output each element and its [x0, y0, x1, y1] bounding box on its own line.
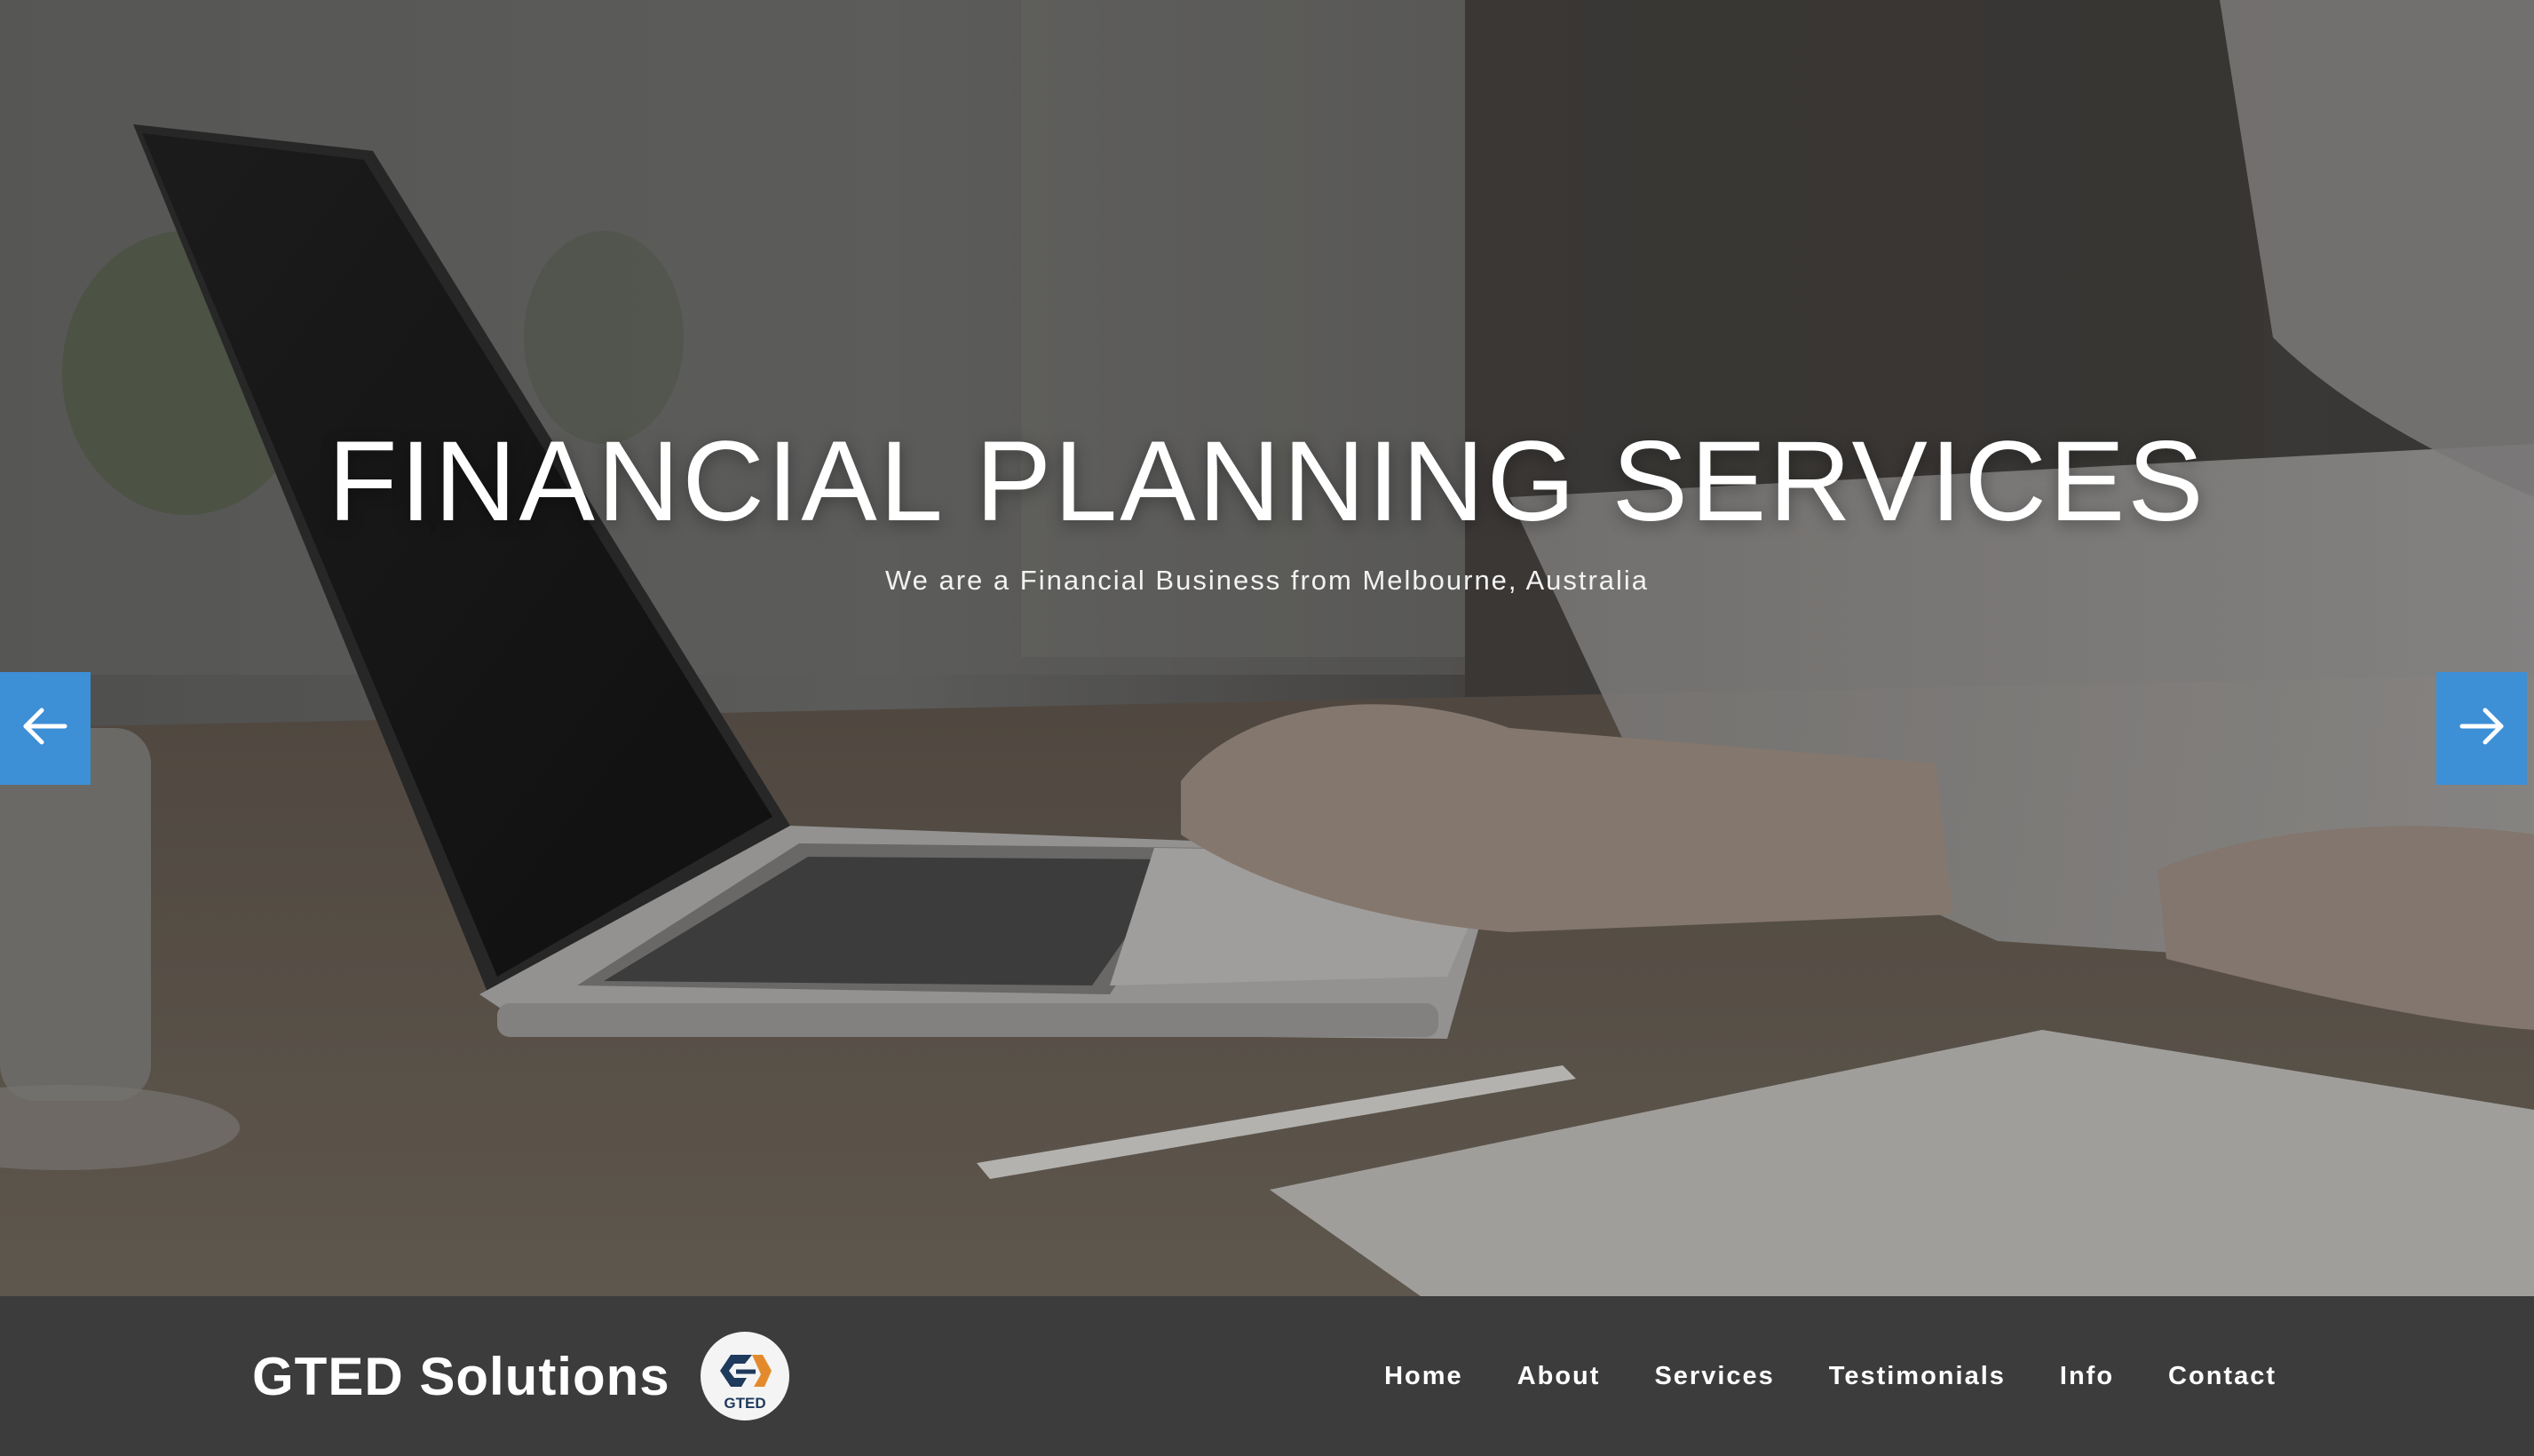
arrow-right-icon: [2455, 700, 2508, 757]
navbar: GTED Solutions GTED Home About Services …: [0, 1296, 2534, 1456]
hero-slider: FINANCIAL PLANNING SERVICES We are a Fin…: [0, 0, 2534, 1296]
slider-next-button[interactable]: [2436, 672, 2527, 785]
brand[interactable]: GTED Solutions GTED: [252, 1296, 789, 1456]
logo-text: GTED: [724, 1395, 765, 1412]
hero-title: FINANCIAL PLANNING SERVICES: [328, 418, 2206, 545]
nav-item-info[interactable]: Info: [2060, 1362, 2114, 1391]
nav-item-home[interactable]: Home: [1384, 1362, 1463, 1391]
hero-subtitle: We are a Financial Business from Melbour…: [884, 565, 1650, 596]
brand-logo-icon[interactable]: GTED: [700, 1332, 789, 1420]
nav-item-contact[interactable]: Contact: [2168, 1362, 2277, 1391]
nav-item-services[interactable]: Services: [1654, 1362, 1774, 1391]
main-nav: Home About Services Testimonials Info Co…: [1384, 1296, 2277, 1456]
slider-prev-button[interactable]: [0, 672, 91, 785]
nav-item-about[interactable]: About: [1517, 1362, 1601, 1391]
nav-item-testimonials[interactable]: Testimonials: [1829, 1362, 2006, 1391]
hero-overlay: [0, 0, 2534, 1296]
brand-name[interactable]: GTED Solutions: [252, 1346, 670, 1407]
arrow-left-icon: [19, 700, 72, 757]
page: FINANCIAL PLANNING SERVICES We are a Fin…: [0, 0, 2534, 1456]
